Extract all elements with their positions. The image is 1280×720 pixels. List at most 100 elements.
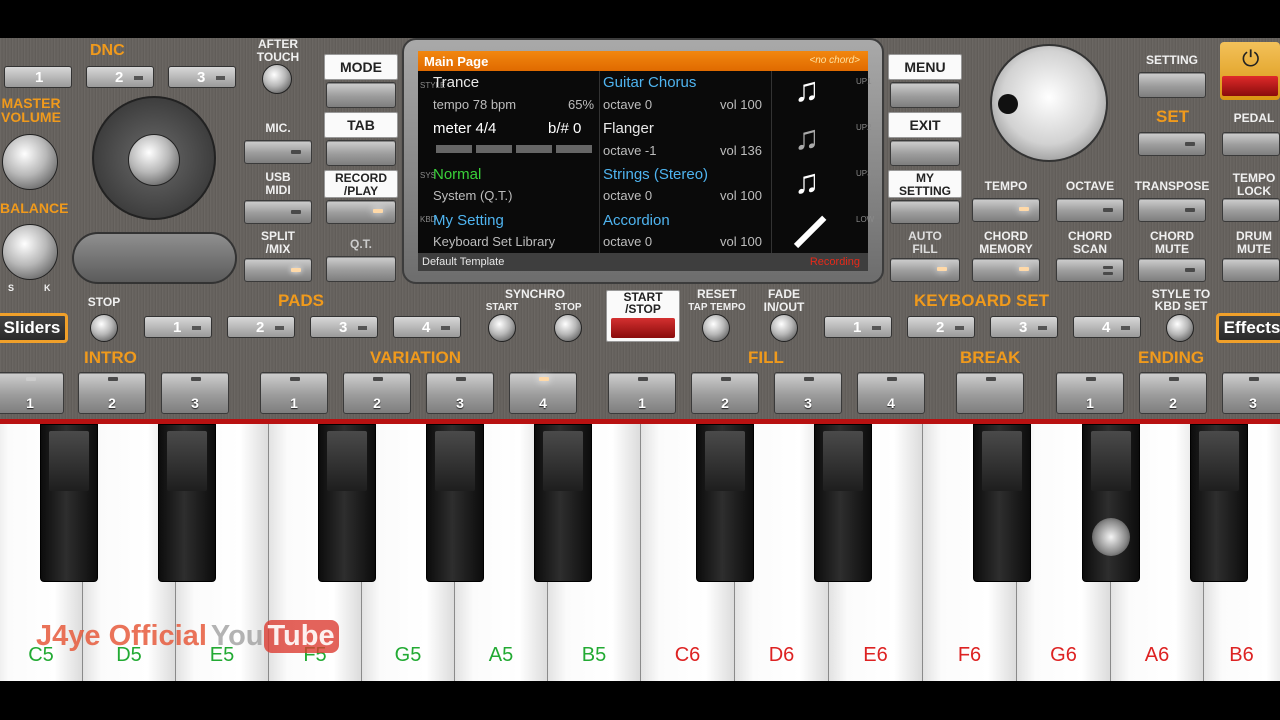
variation-3[interactable]: 3 bbox=[426, 372, 494, 414]
black-key-cs6[interactable] bbox=[696, 424, 754, 582]
black-key-gs6[interactable] bbox=[1082, 424, 1140, 582]
transpose-button[interactable] bbox=[1138, 198, 1206, 222]
fill-label: FILL bbox=[748, 348, 784, 367]
tab-label: TAB bbox=[324, 112, 398, 138]
fill-3[interactable]: 3 bbox=[774, 372, 842, 414]
pads-stop-label: STOP bbox=[87, 295, 121, 309]
black-key-as5[interactable] bbox=[534, 424, 592, 582]
synchro-stop-button[interactable] bbox=[554, 314, 582, 342]
my-setting-button[interactable] bbox=[890, 200, 960, 224]
tempo-lock-button[interactable] bbox=[1222, 198, 1280, 222]
setting-button[interactable] bbox=[1138, 72, 1206, 98]
pedal-button[interactable] bbox=[1222, 132, 1280, 156]
up2-voice[interactable]: Flanger bbox=[603, 121, 654, 137]
auto-fill-button[interactable] bbox=[890, 258, 960, 282]
kbd-name[interactable]: My Setting bbox=[433, 213, 504, 229]
up2-octave: octave -1 bbox=[603, 143, 657, 158]
kbd-set-2[interactable]: 2 bbox=[907, 316, 975, 338]
sys-name[interactable]: Normal bbox=[433, 167, 481, 183]
effects-button[interactable]: Effects bbox=[1216, 313, 1280, 343]
black-key-fs6[interactable] bbox=[973, 424, 1031, 582]
pad-2[interactable]: 2 bbox=[227, 316, 295, 338]
pad-4[interactable]: 4 bbox=[393, 316, 461, 338]
fill-1[interactable]: 1 bbox=[608, 372, 676, 414]
black-key-gs5[interactable] bbox=[426, 424, 484, 582]
drum-mute-button[interactable] bbox=[1222, 258, 1280, 282]
balance-knob[interactable] bbox=[2, 224, 58, 280]
fill-2[interactable]: 2 bbox=[691, 372, 759, 414]
style-name[interactable]: Trance bbox=[433, 75, 479, 91]
ending-3[interactable]: 3 bbox=[1222, 372, 1280, 414]
menu-button[interactable] bbox=[890, 82, 960, 108]
after-touch-knob[interactable] bbox=[262, 64, 292, 94]
pads-stop-button[interactable] bbox=[90, 314, 118, 342]
black-key-ds6[interactable] bbox=[814, 424, 872, 582]
set-button[interactable] bbox=[1138, 132, 1206, 156]
usb-midi-button[interactable] bbox=[244, 200, 312, 224]
octave-button[interactable] bbox=[1056, 198, 1124, 222]
low-voice[interactable]: Accordion bbox=[603, 213, 670, 229]
intro-1[interactable]: 1 bbox=[0, 372, 64, 414]
mic-button[interactable] bbox=[244, 140, 312, 164]
mode-label: MODE bbox=[324, 54, 398, 80]
up1-voice[interactable]: Guitar Chorus bbox=[603, 75, 696, 91]
tab-button[interactable] bbox=[326, 140, 396, 166]
after-touch-label: AFTER TOUCH bbox=[256, 37, 300, 64]
variation-4[interactable]: 4 bbox=[509, 372, 577, 414]
master-volume-knob[interactable] bbox=[2, 134, 58, 190]
power-button[interactable]: ⏻ bbox=[1220, 42, 1280, 100]
style-to-kbd-button[interactable] bbox=[1166, 314, 1194, 342]
black-key-ds5[interactable] bbox=[158, 424, 216, 582]
kbd-set-3[interactable]: 3 bbox=[990, 316, 1058, 338]
variation-1[interactable]: 1 bbox=[260, 372, 328, 414]
watermark-you: You bbox=[210, 620, 264, 652]
up2-vol: vol 136 bbox=[720, 143, 762, 158]
dnc-button-2[interactable]: 2 bbox=[86, 66, 154, 88]
variation-2[interactable]: 2 bbox=[343, 372, 411, 414]
break-label: BREAK bbox=[960, 348, 1021, 367]
dial-grip bbox=[998, 94, 1018, 114]
chord-memory-button[interactable] bbox=[972, 258, 1040, 282]
up3-note-icon[interactable]: ♫ bbox=[794, 165, 820, 199]
tempo-lock-label: TEMPO LOCK bbox=[1232, 171, 1276, 198]
low-flute-icon[interactable] bbox=[793, 215, 827, 249]
ending-2[interactable]: 2 bbox=[1139, 372, 1207, 414]
split-mix-button[interactable] bbox=[244, 258, 312, 282]
tempo-label: TEMPO bbox=[984, 179, 1028, 193]
up2-note-icon[interactable]: ♫ bbox=[794, 121, 820, 155]
kbd-set-4[interactable]: 4 bbox=[1073, 316, 1141, 338]
bottom-letterbox bbox=[0, 681, 1280, 720]
ending-1[interactable]: 1 bbox=[1056, 372, 1124, 414]
intro-2[interactable]: 2 bbox=[78, 372, 146, 414]
synchro-start-button[interactable] bbox=[488, 314, 516, 342]
joystick-ball[interactable] bbox=[128, 134, 180, 186]
intro-3[interactable]: 3 bbox=[161, 372, 229, 414]
pitch-bend-bar[interactable] bbox=[72, 232, 237, 284]
pad-3[interactable]: 3 bbox=[310, 316, 378, 338]
tempo-button[interactable] bbox=[972, 198, 1040, 222]
qt-button[interactable] bbox=[326, 256, 396, 282]
pad-1[interactable]: 1 bbox=[144, 316, 212, 338]
record-play-button[interactable] bbox=[326, 200, 396, 224]
chord-scan-button[interactable] bbox=[1056, 258, 1124, 282]
black-key-fs5[interactable] bbox=[318, 424, 376, 582]
dnc-button-3[interactable]: 3 bbox=[168, 66, 236, 88]
tempo-value: tempo 78 bpm bbox=[433, 97, 517, 112]
black-key-as6[interactable] bbox=[1190, 424, 1248, 582]
dnc-button-1[interactable]: 1 bbox=[4, 66, 72, 88]
fade-in-out-button[interactable] bbox=[770, 314, 798, 342]
start-stop-button[interactable]: START /STOP bbox=[606, 290, 680, 342]
mode-button[interactable] bbox=[326, 82, 396, 108]
chord-mute-button[interactable] bbox=[1138, 258, 1206, 282]
black-key-cs5[interactable] bbox=[40, 424, 98, 582]
setting-label: SETTING bbox=[1145, 53, 1198, 67]
synchro-start-label: START bbox=[485, 302, 519, 313]
fill-4[interactable]: 4 bbox=[857, 372, 925, 414]
kbd-set-1[interactable]: 1 bbox=[824, 316, 892, 338]
up1-note-icon[interactable]: ♫ bbox=[794, 73, 820, 107]
exit-button[interactable] bbox=[890, 140, 960, 166]
break-button[interactable] bbox=[956, 372, 1024, 414]
reset-tap-tempo-button[interactable] bbox=[702, 314, 730, 342]
sliders-button[interactable]: Sliders bbox=[0, 313, 68, 343]
up3-voice[interactable]: Strings (Stereo) bbox=[603, 167, 708, 183]
